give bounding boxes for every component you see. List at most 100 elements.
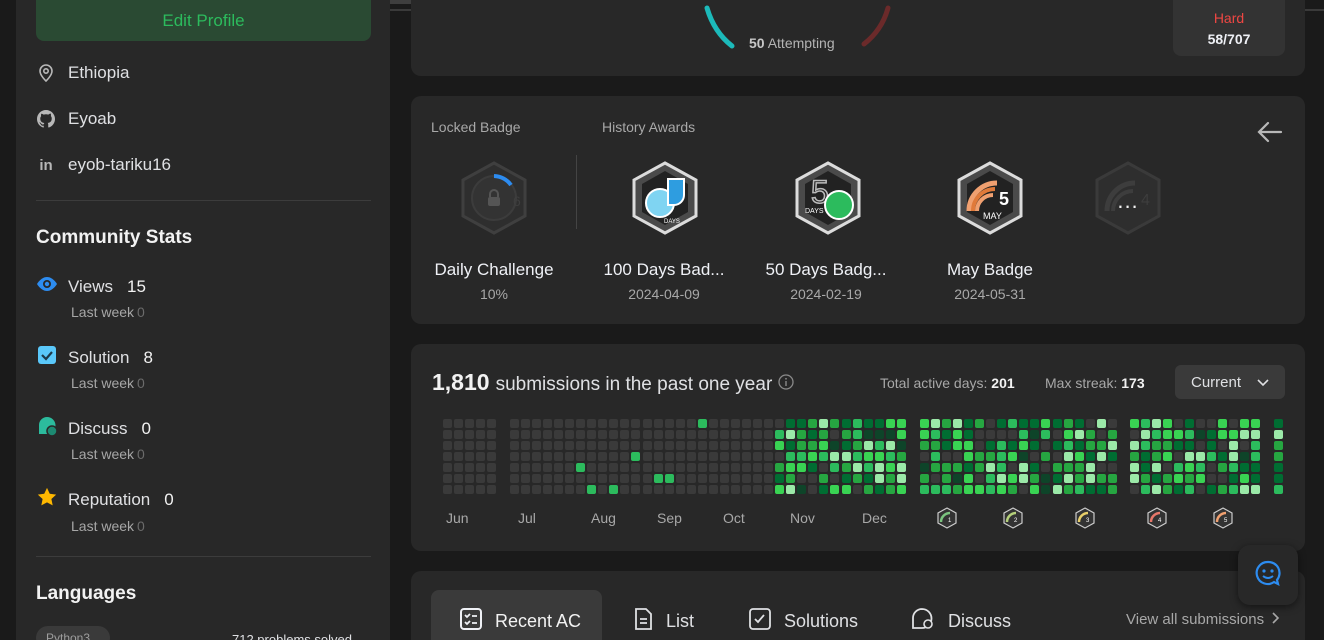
discuss-value: 0: [141, 418, 151, 438]
active-days-value: 201: [991, 375, 1015, 391]
monthly-badge-icon[interactable]: 4: [1146, 507, 1168, 529]
last-week-label: Last week: [71, 375, 135, 391]
tab-solutions[interactable]: Solutions: [748, 607, 858, 636]
solution-last-week: Last week 0: [71, 375, 145, 391]
info-icon[interactable]: [778, 374, 794, 390]
github-username[interactable]: Eyoab: [68, 109, 116, 129]
may-badge-icon[interactable]: 5 MAY: [955, 161, 1025, 235]
back-arrow-icon[interactable]: [1255, 117, 1285, 147]
discuss-stat: Discuss 0: [36, 415, 151, 442]
hard-label: Hard: [1213, 10, 1245, 26]
svg-text:MAY: MAY: [983, 211, 1002, 221]
tab-recent-ac[interactable]: Recent AC: [459, 607, 581, 636]
history-awards-title: History Awards: [602, 119, 696, 135]
attempting-label: Attempting: [767, 35, 835, 51]
github-icon: [36, 109, 56, 129]
document-icon: [632, 607, 654, 636]
50-days-badge-date: 2024-02-19: [790, 286, 862, 302]
100-days-badge-icon[interactable]: DAYS: [630, 161, 700, 235]
submissions-count: 1,810: [432, 369, 490, 395]
solution-value: 8: [143, 347, 153, 367]
chevron-down-icon: [1257, 374, 1269, 391]
discuss-label: Discuss: [68, 418, 128, 438]
views-value: 15: [127, 276, 146, 296]
reputation-stat: Reputation 0: [36, 486, 174, 513]
daily-challenge-progress: 10%: [479, 286, 509, 302]
hard-difficulty-box: Hard 58/707: [1173, 0, 1285, 56]
50-days-badge-icon[interactable]: 5 DAYS: [793, 161, 863, 235]
profile-sidebar: [16, 0, 390, 640]
tab-list[interactable]: List: [632, 607, 694, 636]
tab-discuss[interactable]: Discuss: [910, 607, 1011, 636]
reputation-last-week: Last week 0: [71, 518, 145, 534]
tab-discuss-label: Discuss: [948, 611, 1012, 631]
edit-profile-button[interactable]: Edit Profile: [36, 0, 371, 41]
100-days-badge-name: 100 Days Bad...: [603, 260, 725, 279]
sidebar-divider: [36, 200, 371, 201]
view-all-label: View all submissions: [1126, 611, 1265, 628]
month-label: Nov: [790, 510, 815, 526]
discuss-last-week: Last week 0: [71, 446, 145, 462]
last-week-label: Last week: [71, 304, 135, 320]
check-square-icon: [748, 607, 772, 636]
chevron-right-icon: [1272, 611, 1280, 628]
location-text: Ethiopia: [68, 63, 130, 82]
solution-stat: Solution 8: [36, 344, 153, 371]
locked-badge-title: Locked Badge: [431, 119, 521, 135]
community-stats-title: Community Stats: [36, 227, 193, 248]
last-week-label: Last week: [71, 446, 135, 462]
daily-challenge-name: Daily Challenge: [434, 260, 554, 279]
monthly-badge-icon[interactable]: 1: [936, 507, 958, 529]
more-badges-dots[interactable]: ...: [1093, 188, 1163, 214]
attempting-count: 50: [749, 35, 765, 51]
month-label: Sep: [657, 510, 682, 526]
max-streak-label: Max streak:: [1045, 375, 1118, 391]
linkedin-username[interactable]: eyob-tariku16: [68, 155, 171, 175]
last-week-value: 0: [137, 446, 145, 462]
github-row[interactable]: Eyoab: [36, 109, 116, 129]
badge-divider: [576, 155, 577, 229]
hard-value: 58/707: [1207, 31, 1251, 47]
may-badge-name: May Badge: [947, 260, 1033, 279]
svg-text:5: 5: [999, 189, 1009, 209]
monthly-badge-icon[interactable]: 2: [1002, 507, 1024, 529]
feedback-chat-button[interactable]: [1238, 545, 1298, 605]
view-all-submissions-link[interactable]: View all submissions: [1126, 611, 1280, 628]
smiley-chat-icon: [1254, 559, 1282, 592]
tab-list-label: List: [666, 611, 695, 631]
month-label: Oct: [723, 510, 745, 526]
monthly-badge-icon[interactable]: 5: [1212, 507, 1234, 529]
reputation-label: Reputation: [68, 489, 151, 509]
period-value: Current: [1191, 373, 1242, 391]
50-days-badge-name: 50 Days Badg...: [765, 260, 887, 279]
eye-icon: [36, 273, 58, 300]
linkedin-row[interactable]: in eyob-tariku16: [36, 155, 171, 175]
discuss-icon: [36, 415, 58, 442]
reputation-value: 0: [164, 489, 174, 509]
svg-text:DAYS: DAYS: [664, 219, 680, 225]
last-week-value: 0: [137, 375, 145, 391]
attempting-text: 50 Attempting: [749, 35, 835, 51]
location-pin-icon: [36, 63, 56, 83]
period-select[interactable]: Current: [1175, 365, 1285, 399]
max-streak-value: 173: [1121, 375, 1145, 391]
last-week-value: 0: [137, 304, 145, 320]
star-icon: [36, 486, 58, 513]
language-problem-count: 712 problems solved: [232, 632, 352, 640]
linkedin-icon: in: [39, 156, 53, 174]
solution-label: Solution: [68, 347, 130, 367]
views-stat: Views 15: [36, 273, 146, 300]
max-streak: Max streak: 173: [1045, 375, 1145, 391]
languages-title: Languages: [36, 583, 137, 604]
sidebar-divider: [36, 556, 371, 557]
monthly-badge-icon[interactable]: 3: [1074, 507, 1096, 529]
active-days-label: Total active days:: [880, 375, 988, 391]
100-days-badge-date: 2024-04-09: [628, 286, 700, 302]
discuss-bubble-icon: [910, 607, 936, 636]
month-label: Aug: [591, 510, 616, 526]
views-label: Views: [68, 276, 114, 296]
active-days: Total active days: 201: [880, 375, 1015, 391]
views-last-week: Last week 0: [71, 304, 145, 320]
daily-challenge-badge-icon[interactable]: 6: [459, 161, 529, 235]
checkbox-icon: [36, 344, 58, 371]
